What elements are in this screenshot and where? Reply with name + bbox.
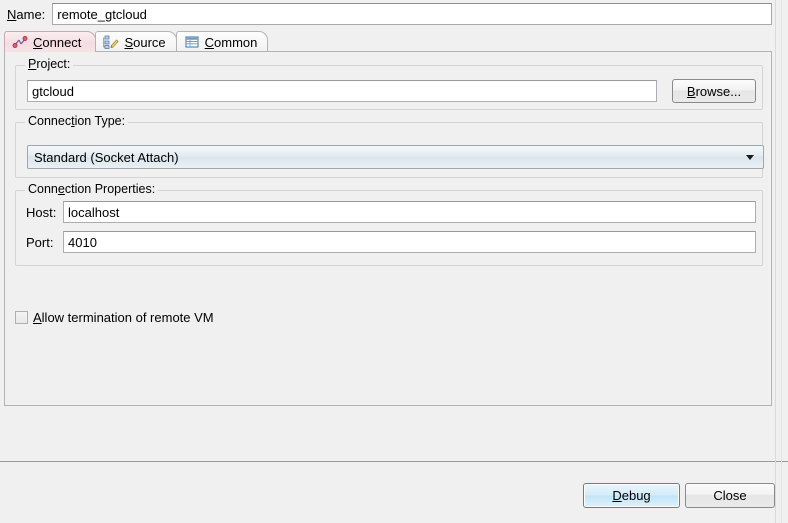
host-label: Host:: [26, 205, 57, 220]
connection-type-group-label: Connection Type:: [25, 115, 129, 128]
debug-button-label: Debug: [612, 488, 651, 503]
configuration-name-input[interactable]: [52, 3, 772, 25]
name-label: Name:: [7, 6, 46, 22]
source-tree-pencil-icon: [103, 34, 119, 50]
allow-termination-checkbox[interactable]: [15, 311, 28, 324]
connect-tab-panel: Project: Browse... Connection Type: Stan…: [4, 51, 772, 406]
tab-common[interactable]: Common: [175, 31, 269, 52]
tab-folder: Connect Source Common Project: gtcloud B…: [4, 31, 772, 406]
connect-icon: [12, 34, 28, 50]
port-input[interactable]: [63, 231, 756, 253]
debug-configuration-dialog: Name: Connect: [0, 0, 788, 523]
project-group: Project: Browse...: [15, 58, 763, 110]
tab-source-label: Source: [124, 34, 166, 50]
tab-connect[interactable]: Connect: [4, 31, 97, 52]
close-button[interactable]: Close: [685, 483, 775, 508]
project-input[interactable]: [27, 80, 657, 102]
common-table-icon: [184, 34, 200, 50]
debug-button[interactable]: Debug: [583, 483, 680, 508]
connection-type-group: Connection Type: Standard (Socket Attach…: [15, 115, 764, 178]
allow-termination-label: Allow termination of remote VM: [33, 310, 214, 325]
footer-separator: [0, 461, 788, 462]
close-button-label: Close: [713, 488, 747, 503]
allow-termination-checkbox-row[interactable]: Allow termination of remote VM: [15, 310, 214, 325]
browse-button-label: Browse...: [686, 83, 742, 99]
window-right-edge-outer: [781, 0, 782, 523]
tab-source[interactable]: Source: [95, 31, 177, 52]
connection-properties-group: Connection Properties: Host: Port:: [15, 183, 763, 266]
connection-properties-group-label: Connection Properties:: [25, 183, 159, 196]
name-row: Name:: [0, 0, 788, 28]
project-group-label: Project:: [25, 58, 74, 71]
chevron-down-icon: [746, 154, 754, 160]
port-label: Port:: [26, 235, 54, 250]
tab-common-label: Common: [204, 34, 258, 50]
connection-type-combo[interactable]: Standard (Socket Attach): [27, 145, 764, 169]
tab-connect-label: Connect: [33, 34, 82, 50]
window-right-edge: [775, 0, 776, 523]
host-input[interactable]: [63, 201, 756, 223]
tab-strip: Connect Source Common: [4, 31, 772, 52]
browse-button[interactable]: Browse...: [672, 79, 756, 103]
apply-revert-bar: Apply Revert: [0, 407, 788, 460]
connection-type-selected-value: Standard (Socket Attach): [34, 149, 179, 165]
